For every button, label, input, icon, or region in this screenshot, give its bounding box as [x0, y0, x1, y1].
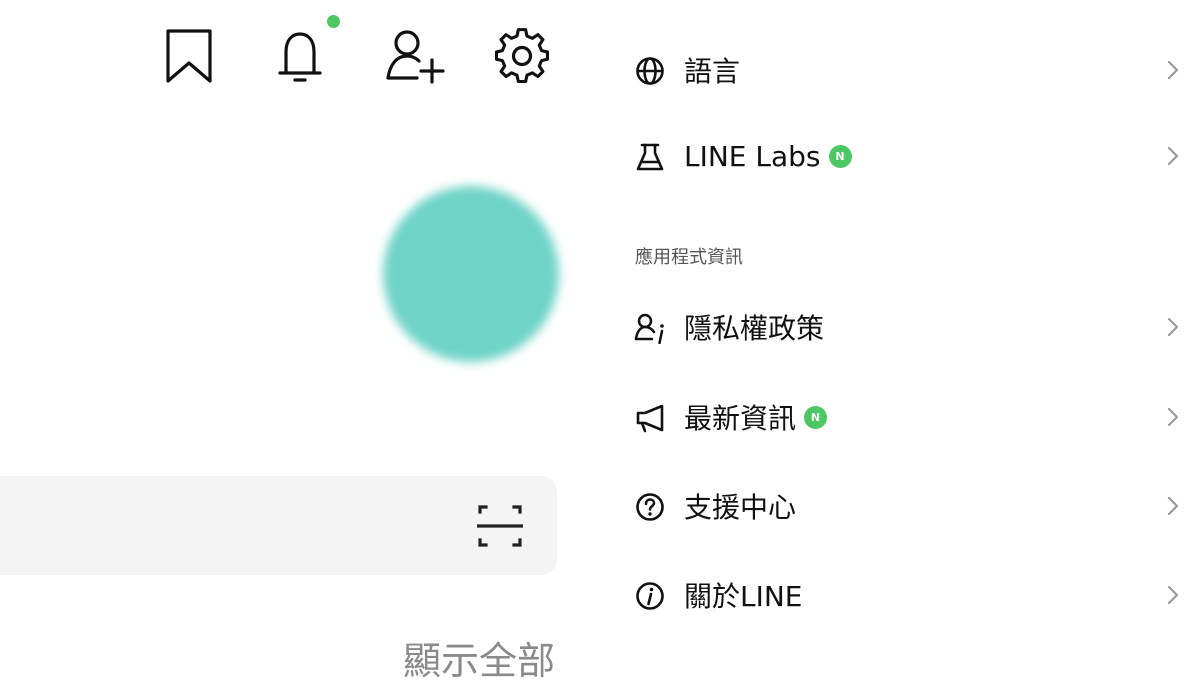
language-label: 語言	[684, 55, 741, 88]
chevron-right-icon	[1164, 144, 1182, 168]
help-icon	[634, 491, 666, 523]
settings-row-label: 最新資訊 N	[684, 397, 828, 437]
settings-row-label: LINE Labs N	[684, 136, 852, 176]
avatar[interactable]	[383, 186, 559, 362]
privacy-label: 隱私權政策	[684, 312, 825, 345]
flask-icon	[634, 141, 666, 173]
chevron-right-icon	[1164, 315, 1182, 339]
settings-row-labs[interactable]: LINE Labs N	[620, 116, 1200, 196]
settings-row-label: 隱私權政策	[684, 307, 824, 347]
about-label: 關於LINE	[684, 580, 803, 613]
settings-row-label: 語言	[684, 50, 740, 90]
new-badge: N	[804, 405, 828, 429]
news-label: 最新資訊	[684, 402, 797, 435]
chevron-right-icon	[1164, 58, 1182, 82]
settings-row-news[interactable]: 最新資訊 N	[620, 377, 1200, 457]
add-friend-icon[interactable]	[385, 28, 445, 84]
notification-dot	[327, 15, 340, 28]
settings-row-language[interactable]: 語言	[620, 30, 1200, 110]
search-bar[interactable]	[0, 476, 557, 575]
settings-row-about[interactable]: 關於LINE	[620, 555, 1200, 635]
settings-row-help[interactable]: 支援中心	[620, 466, 1200, 546]
globe-icon	[634, 55, 666, 87]
gear-icon[interactable]	[494, 28, 550, 84]
show-all-link[interactable]: 顯示全部	[403, 630, 555, 685]
qr-scan-icon[interactable]	[476, 503, 524, 549]
bell-icon[interactable]	[272, 28, 328, 84]
bookmark-icon[interactable]	[161, 28, 217, 84]
info-icon	[634, 580, 666, 612]
chevron-right-icon	[1164, 405, 1182, 429]
section-header-app-info: 應用程式資訊	[635, 247, 743, 268]
labs-label: LINE Labs	[684, 139, 821, 173]
new-badge: N	[828, 144, 852, 168]
privacy-icon	[634, 312, 666, 344]
chevron-right-icon	[1164, 583, 1182, 607]
settings-row-label: 關於LINE	[684, 575, 803, 615]
settings-row-label: 支援中心	[684, 486, 796, 526]
chevron-right-icon	[1164, 494, 1182, 518]
megaphone-icon	[634, 402, 666, 434]
settings-row-privacy[interactable]: 隱私權政策	[620, 287, 1200, 367]
help-label: 支援中心	[684, 491, 797, 524]
